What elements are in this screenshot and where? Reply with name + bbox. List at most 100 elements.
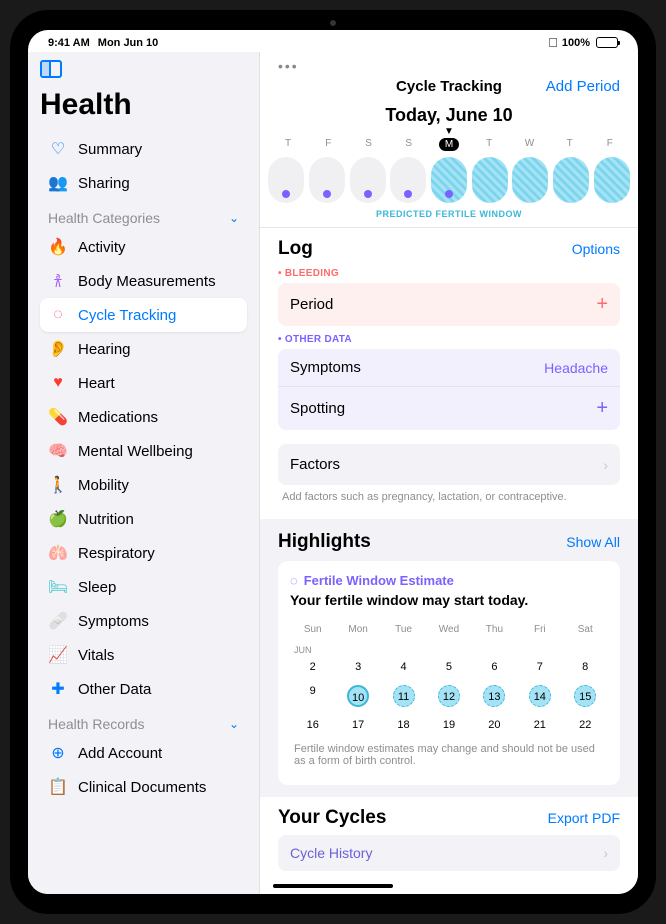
- cycle-day-today[interactable]: [431, 157, 467, 203]
- battery-percent: 100%: [562, 37, 590, 49]
- sidebar-item-cycle-tracking[interactable]: ◌Cycle Tracking: [40, 298, 247, 332]
- sidebar-item-sleep[interactable]: 🛏Sleep: [40, 570, 247, 604]
- log-period-row[interactable]: Period +: [278, 283, 620, 326]
- sidebar-item-heart[interactable]: ♥Heart: [40, 366, 247, 400]
- show-all-button[interactable]: Show All: [566, 534, 620, 550]
- card-message: Your fertile window may start today.: [290, 592, 608, 608]
- log-title: Log: [278, 238, 313, 260]
- flame-icon: 🔥: [48, 237, 68, 257]
- battery-icon: [596, 37, 618, 48]
- apple-icon: 🍏: [48, 509, 68, 529]
- section-header-categories[interactable]: Health Categories ⌄: [40, 200, 247, 230]
- cycle-history-row[interactable]: Cycle History ›: [278, 835, 620, 871]
- week-day-labels: T F S S M T W T F: [260, 136, 638, 151]
- chevron-right-icon: ›: [603, 457, 608, 473]
- plus-grid-icon: ✚: [48, 679, 68, 699]
- chevron-down-icon: ⌄: [229, 717, 239, 731]
- plus-circle-icon: ⊕: [48, 743, 68, 763]
- cycle-timeline[interactable]: [260, 151, 638, 205]
- factors-hint: Add factors such as pregnancy, lactation…: [278, 485, 620, 509]
- cycle-day-fertile[interactable]: [472, 157, 508, 203]
- cycle-icon: ◌: [290, 573, 298, 588]
- sidebar-item-activity[interactable]: 🔥Activity: [40, 230, 247, 264]
- log-symptoms-row[interactable]: Symptoms Headache: [278, 349, 620, 386]
- sidebar-item-summary[interactable]: ♡ Summary: [40, 132, 247, 166]
- bed-icon: 🛏: [48, 577, 68, 597]
- today-marker-icon: ▼: [260, 128, 638, 136]
- sidebar-item-symptoms[interactable]: 🩹Symptoms: [40, 604, 247, 638]
- log-dot-icon: [364, 190, 372, 198]
- sidebar-item-respiratory[interactable]: 🫁Respiratory: [40, 536, 247, 570]
- cycle-day[interactable]: [268, 157, 304, 203]
- status-date: Mon Jun 10: [98, 37, 159, 49]
- mini-calendar: Sun Mon Tue Wed Thu Fri Sat JUN 2: [290, 618, 608, 737]
- sidebar-item-other-data[interactable]: ✚Other Data: [40, 672, 247, 706]
- fertile-window-label: PREDICTED FERTILE WINDOW: [260, 205, 638, 227]
- status-bar: 9:41 AM Mon Jun 10 􀙇 100%: [28, 30, 638, 52]
- cycle-day-fertile[interactable]: [512, 157, 548, 203]
- sidebar-item-medications[interactable]: 💊Medications: [40, 400, 247, 434]
- chevron-down-icon: ⌄: [229, 211, 239, 225]
- log-dot-icon: [404, 190, 412, 198]
- bleeding-subheader: • BLEEDING: [278, 268, 620, 279]
- add-period-button[interactable]: Add Period: [546, 78, 620, 95]
- brain-icon: 🧠: [48, 441, 68, 461]
- factors-row[interactable]: Factors ›: [278, 444, 620, 485]
- export-pdf-button[interactable]: Export PDF: [548, 810, 620, 826]
- lungs-icon: 🫁: [48, 543, 68, 563]
- fertile-disclaimer: Fertile window estimates may change and …: [290, 737, 608, 773]
- highlights-title: Highlights: [278, 531, 371, 553]
- main-content: ••• Cycle Tracking Add Period Today, Jun…: [260, 52, 638, 894]
- add-icon[interactable]: +: [596, 397, 608, 420]
- page-title: Cycle Tracking: [396, 78, 502, 95]
- wifi-icon: 􀙇: [548, 35, 558, 50]
- log-section: Log Options • BLEEDING Period + • OTHER …: [260, 228, 638, 519]
- highlights-section: Highlights Show All ◌ Fertile Window Est…: [260, 519, 638, 797]
- status-time: 9:41 AM: [48, 37, 90, 49]
- log-options-button[interactable]: Options: [572, 241, 620, 257]
- sidebar-item-nutrition[interactable]: 🍏Nutrition: [40, 502, 247, 536]
- pill-icon: 💊: [48, 407, 68, 427]
- heart-outline-icon: ♡: [48, 139, 68, 159]
- home-indicator[interactable]: [273, 884, 393, 888]
- your-cycles-section: Your Cycles Export PDF Cycle History ›: [260, 797, 638, 881]
- cycle-day[interactable]: [350, 157, 386, 203]
- cycle-icon: ◌: [48, 305, 68, 325]
- sidebar-item-hearing[interactable]: 👂Hearing: [40, 332, 247, 366]
- sidebar-item-mental-wellbeing[interactable]: 🧠Mental Wellbeing: [40, 434, 247, 468]
- sidebar-item-mobility[interactable]: 🚶Mobility: [40, 468, 247, 502]
- bandage-icon: 🩹: [48, 611, 68, 631]
- log-dot-icon: [282, 190, 290, 198]
- app-title: Health: [40, 88, 247, 122]
- sidebar-item-body-measurements[interactable]: 𐀪Body Measurements: [40, 264, 247, 298]
- body-icon: 𐀪: [48, 271, 68, 291]
- add-icon[interactable]: +: [596, 293, 608, 316]
- your-cycles-title: Your Cycles: [278, 807, 386, 829]
- log-dot-icon: [323, 190, 331, 198]
- sidebar-item-vitals[interactable]: 📈Vitals: [40, 638, 247, 672]
- fertile-window-card[interactable]: ◌ Fertile Window Estimate Your fertile w…: [278, 561, 620, 785]
- other-data-subheader: • OTHER DATA: [278, 334, 620, 345]
- cycle-day-fertile[interactable]: [553, 157, 589, 203]
- cycle-day[interactable]: [309, 157, 345, 203]
- sidebar-item-sharing[interactable]: 👥 Sharing: [40, 166, 247, 200]
- walk-icon: 🚶: [48, 475, 68, 495]
- people-icon: 👥: [48, 173, 68, 193]
- sidebar-item-clinical-documents[interactable]: 📋Clinical Documents: [40, 770, 247, 804]
- cycle-day-fertile[interactable]: [594, 157, 630, 203]
- vitals-icon: 📈: [48, 645, 68, 665]
- clipboard-icon: 📋: [48, 777, 68, 797]
- log-spotting-row[interactable]: Spotting +: [278, 386, 620, 430]
- today-header: Today, June 10: [260, 101, 638, 128]
- cycle-day[interactable]: [390, 157, 426, 203]
- sidebar: Health ♡ Summary 👥 Sharing Health Catego…: [28, 52, 260, 894]
- sidebar-item-add-account[interactable]: ⊕Add Account: [40, 736, 247, 770]
- heart-icon: ♥: [48, 373, 68, 393]
- ear-icon: 👂: [48, 339, 68, 359]
- log-dot-icon: [445, 190, 453, 198]
- more-icon[interactable]: •••: [260, 52, 638, 74]
- sidebar-toggle-icon[interactable]: [40, 60, 62, 78]
- section-header-records[interactable]: Health Records ⌄: [40, 706, 247, 736]
- symptoms-value: Headache: [544, 360, 608, 376]
- chevron-right-icon: ›: [603, 845, 608, 861]
